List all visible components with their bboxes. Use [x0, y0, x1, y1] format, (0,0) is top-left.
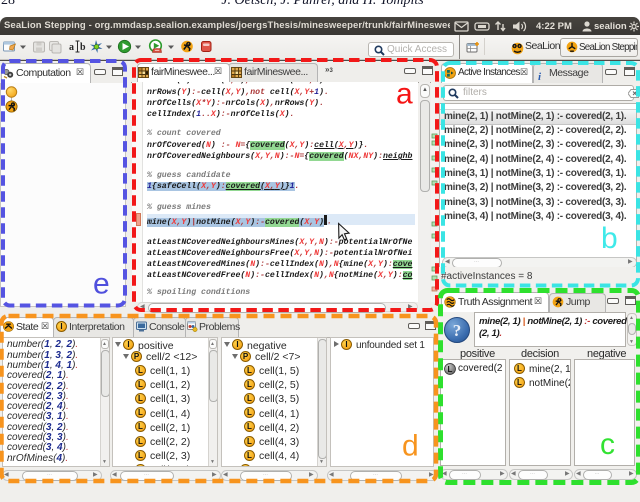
svg-text:a: a — [69, 42, 74, 53]
svg-text:L: L — [448, 365, 453, 374]
svg-text:b: b — [80, 42, 86, 53]
svg-text:?: ? — [453, 321, 462, 340]
